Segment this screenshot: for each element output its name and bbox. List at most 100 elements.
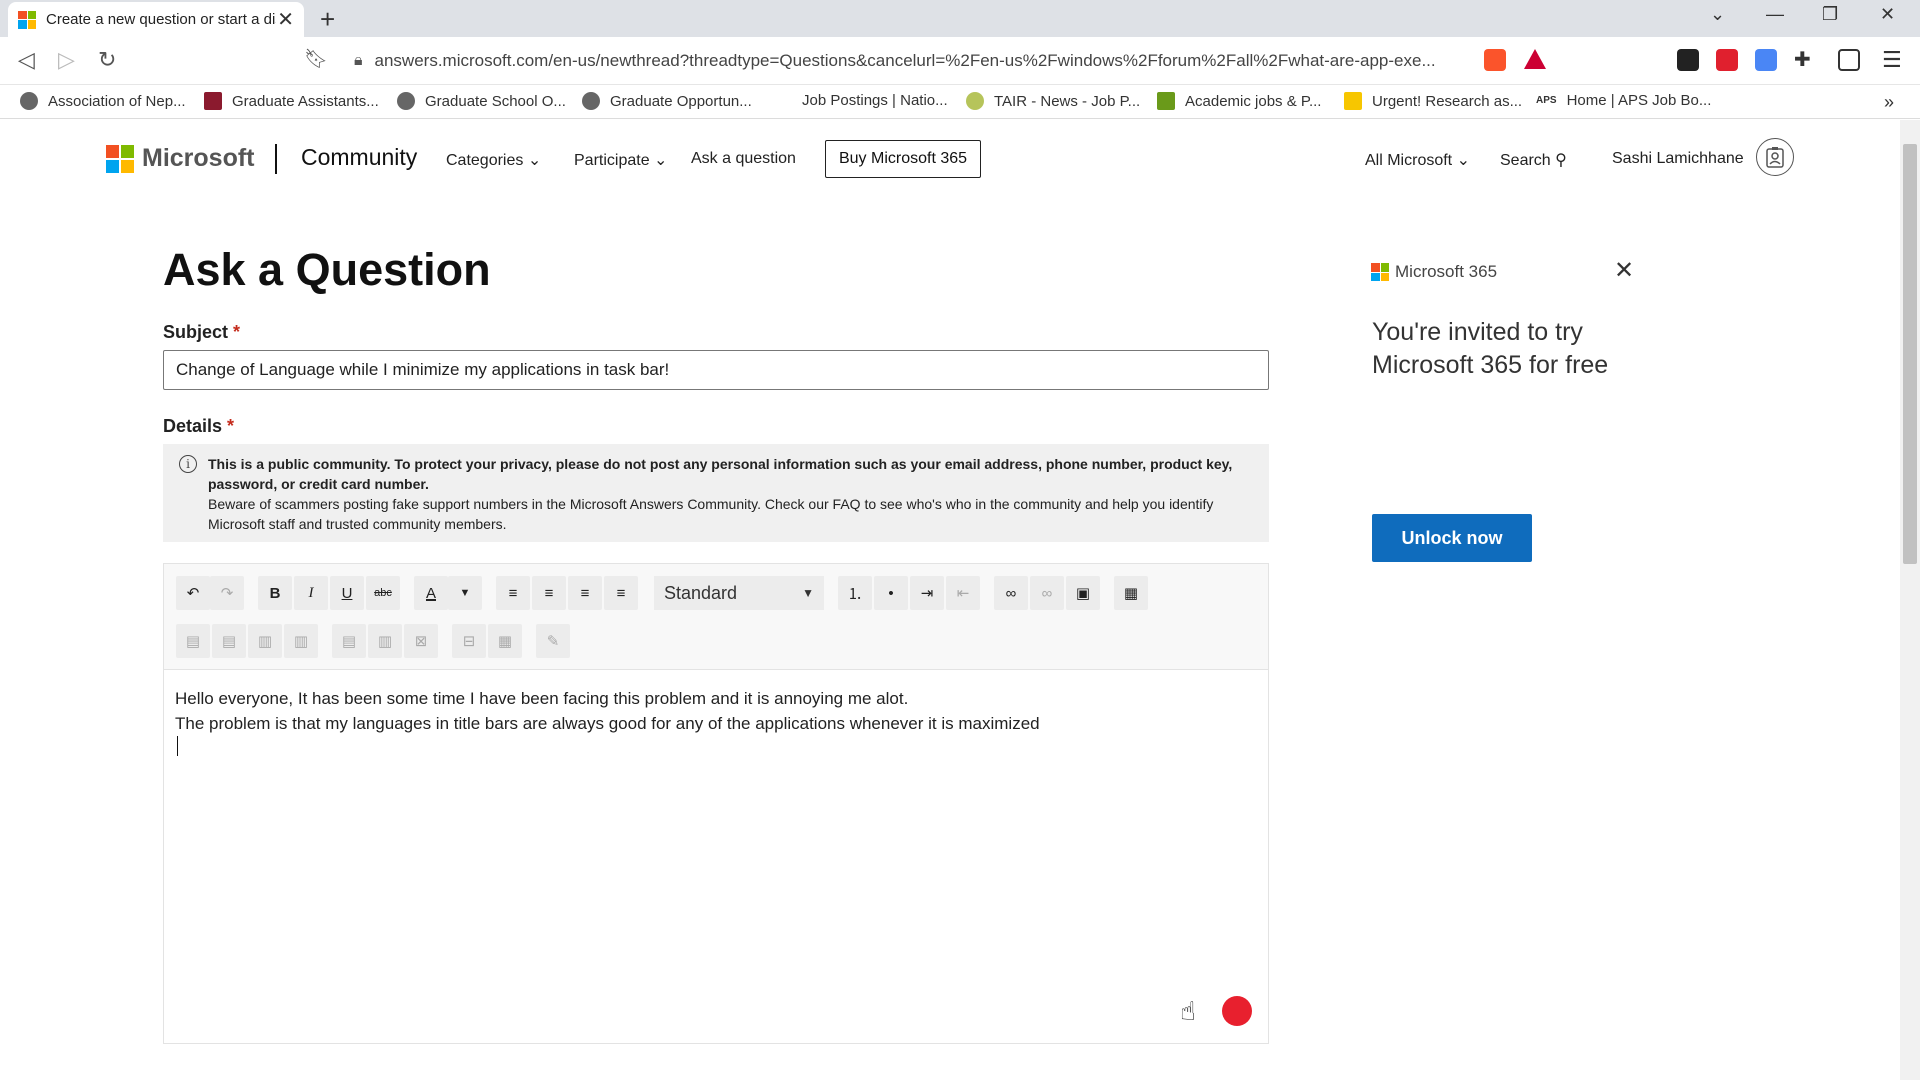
bulleted-list-icon[interactable]: •: [874, 576, 908, 610]
bookmark-icon[interactable]: 🔖︎: [304, 47, 328, 71]
extensions-puzzle-icon[interactable]: ✚: [1794, 47, 1811, 72]
community-link[interactable]: Community: [301, 144, 417, 171]
university-icon: [204, 92, 222, 110]
undo-icon[interactable]: ↶: [176, 576, 210, 610]
bookmark-item[interactable]: Association of Nep...: [20, 92, 186, 110]
underline-icon[interactable]: U: [330, 576, 364, 610]
strikethrough-icon[interactable]: abc: [366, 576, 400, 610]
page-title: Ask a Question: [163, 244, 491, 295]
numbered-list-icon[interactable]: ⒈: [838, 576, 872, 610]
bookmarks-overflow-button[interactable]: »: [1884, 92, 1894, 113]
delete-row-icon[interactable]: ▤: [332, 624, 366, 658]
justify-icon[interactable]: ≡: [604, 576, 638, 610]
paragraph-format-select[interactable]: Standard ▼: [654, 576, 824, 610]
unlink-icon[interactable]: ∞: [1030, 576, 1064, 610]
nav-participate[interactable]: Participate ⌄: [574, 150, 667, 170]
all-microsoft-menu[interactable]: All Microsoft ⌄: [1365, 150, 1470, 170]
extension-translate-icon[interactable]: [1755, 49, 1777, 71]
clear-format-icon[interactable]: ✎: [536, 624, 570, 658]
lock-icon: 🔒︎: [354, 52, 363, 69]
table-col-right-icon[interactable]: ▥: [284, 624, 318, 658]
url-text[interactable]: answers.microsoft.com/en-us/newthread?th…: [375, 51, 1485, 71]
close-icon[interactable]: ✕: [1614, 256, 1634, 285]
microsoft-favicon-icon: [18, 10, 36, 29]
split-cells-icon[interactable]: ▦: [488, 624, 522, 658]
tab-search-icon[interactable]: ⌄: [1710, 4, 1725, 25]
new-tab-button[interactable]: +: [320, 4, 335, 35]
unlock-now-button[interactable]: Unlock now: [1372, 514, 1532, 562]
font-color-icon[interactable]: A: [414, 576, 448, 610]
forward-icon[interactable]: ▷: [58, 47, 75, 73]
editor-toolbar: ↶ ↷ B I U abc A ▼ ≡ ≡ ≡ ≡ Standard ▼ ⒈ • …: [164, 564, 1268, 670]
nav-ask-question[interactable]: Ask a question: [691, 150, 796, 168]
italic-icon[interactable]: I: [294, 576, 328, 610]
research-icon: [1344, 92, 1362, 110]
browser-toolbar: ◁ ▷ ↻ 🔖︎ 🔒︎ answers.microsoft.com/en-us/…: [0, 37, 1920, 85]
search-button[interactable]: Search ⚲: [1500, 150, 1567, 170]
extension-bookmark-icon[interactable]: [1677, 49, 1699, 71]
align-center-icon[interactable]: ≡: [532, 576, 566, 610]
increase-indent-icon[interactable]: ⇥: [910, 576, 944, 610]
bookmark-item[interactable]: Graduate Opportun...: [582, 92, 752, 110]
align-left-icon[interactable]: ≡: [496, 576, 530, 610]
scrollbar-thumb[interactable]: [1903, 144, 1917, 564]
reload-icon[interactable]: ↻: [98, 47, 116, 73]
menu-icon[interactable]: ☰: [1882, 47, 1902, 73]
minimize-window-button[interactable]: —: [1766, 4, 1784, 25]
pointing-hand-icon[interactable]: ☝: [1180, 996, 1196, 1027]
body-line: The problem is that my languages in titl…: [175, 711, 1257, 756]
tab-close-icon[interactable]: ✕: [277, 7, 294, 32]
header-divider: [275, 144, 277, 174]
delete-column-icon[interactable]: ▥: [368, 624, 402, 658]
table-col-left-icon[interactable]: ▥: [248, 624, 282, 658]
rich-text-editor: ↶ ↷ B I U abc A ▼ ≡ ≡ ≡ ≡ Standard ▼ ⒈ • …: [163, 563, 1269, 1044]
bookmark-item[interactable]: APS Home | APS Job Bo...: [1536, 92, 1711, 109]
browser-tab-bar: Create a new question or start a discuss…: [0, 0, 1920, 37]
search-icon: ⚲: [1555, 152, 1567, 169]
avatar[interactable]: [1756, 138, 1794, 176]
chevron-down-icon: ⌄: [654, 152, 668, 169]
address-bar[interactable]: 🔒︎ answers.microsoft.com/en-us/newthread…: [340, 44, 1560, 78]
subject-input[interactable]: [163, 350, 1269, 390]
buy-microsoft-365-button[interactable]: Buy Microsoft 365: [825, 140, 981, 178]
microsoft-logo[interactable]: Microsoft: [106, 144, 255, 173]
insert-image-icon[interactable]: ▣: [1066, 576, 1100, 610]
brave-rewards-icon[interactable]: [1524, 49, 1546, 69]
browser-tab-active[interactable]: Create a new question or start a discuss…: [8, 2, 304, 37]
table-row-below-icon[interactable]: ▤: [212, 624, 246, 658]
restore-window-button[interactable]: ❐: [1822, 4, 1838, 25]
nav-categories[interactable]: Categories ⌄: [446, 150, 541, 170]
scam-warning: Beware of scammers posting fake support …: [208, 496, 1214, 532]
delete-table-icon[interactable]: ⊠: [404, 624, 438, 658]
bookmark-item[interactable]: Urgent! Research as...: [1344, 92, 1522, 110]
link-icon[interactable]: ∞: [994, 576, 1028, 610]
bookmark-item[interactable]: Job Postings | Natio...: [802, 92, 948, 109]
redo-icon[interactable]: ↷: [210, 576, 244, 610]
insert-table-icon[interactable]: ▦: [1114, 576, 1148, 610]
user-name[interactable]: Sashi Lamichhane: [1612, 150, 1744, 168]
table-row-above-icon[interactable]: ▤: [176, 624, 210, 658]
privacy-notice: i This is a public community. To protect…: [163, 444, 1269, 542]
site-header: Microsoft Community Categories ⌄ Partici…: [0, 120, 1900, 198]
merge-cells-icon[interactable]: ⊟: [452, 624, 486, 658]
bookmark-item[interactable]: Graduate Assistants...: [204, 92, 379, 110]
page-scrollbar[interactable]: [1900, 120, 1920, 1080]
wallet-icon[interactable]: [1838, 49, 1860, 71]
brave-shield-icon[interactable]: [1484, 49, 1506, 71]
bookmark-item[interactable]: Graduate School O...: [397, 92, 566, 110]
decrease-indent-icon[interactable]: ⇤: [946, 576, 980, 610]
back-icon[interactable]: ◁: [18, 47, 35, 73]
close-window-button[interactable]: ✕: [1880, 4, 1895, 25]
grammar-extension-icon[interactable]: [1222, 996, 1252, 1026]
privacy-warning: This is a public community. To protect y…: [208, 456, 1233, 492]
align-right-icon[interactable]: ≡: [568, 576, 602, 610]
font-color-dropdown-icon[interactable]: ▼: [448, 576, 482, 610]
details-label: Details *: [163, 416, 235, 436]
bold-icon[interactable]: B: [258, 576, 292, 610]
bookmark-item[interactable]: TAIR - News - Job P...: [966, 92, 1140, 110]
bookmark-item[interactable]: Academic jobs & P...: [1157, 92, 1321, 110]
globe-icon: [20, 92, 38, 110]
editor-body[interactable]: Hello everyone, It has been some time I …: [164, 670, 1268, 772]
extension-mendeley-icon[interactable]: [1716, 49, 1738, 71]
chart-icon: [1157, 92, 1175, 110]
